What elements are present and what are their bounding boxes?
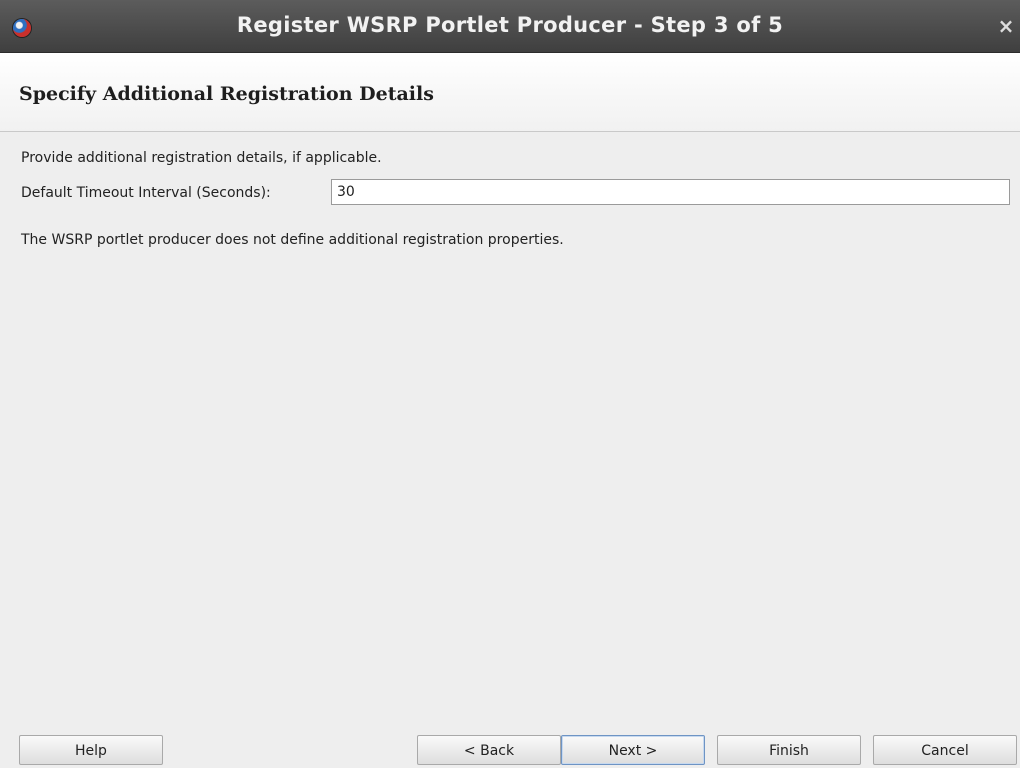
help-button[interactable]: Help [19,735,163,765]
window-title: Register WSRP Portlet Producer - Step 3 … [236,13,784,37]
wizard-window: Register WSRP Portlet Producer - Step 3 … [0,0,1020,768]
info-note: The WSRP portlet producer does not defin… [21,232,564,248]
back-button[interactable]: < Back [417,735,561,765]
next-button[interactable]: Next > [561,735,705,765]
cancel-button[interactable]: Cancel [873,735,1017,765]
wizard-header: Specify Additional Registration Details [0,53,1020,132]
app-icon [13,19,31,37]
wizard-content: Provide additional registration details,… [0,132,1020,704]
timeout-input[interactable] [331,179,1010,205]
title-bar[interactable]: Register WSRP Portlet Producer - Step 3 … [0,0,1020,53]
close-button[interactable]: × [992,11,1020,41]
finish-button[interactable]: Finish [717,735,861,765]
page-title: Specify Additional Registration Details [19,83,434,105]
intro-text: Provide additional registration details,… [21,150,382,166]
timeout-label: Default Timeout Interval (Seconds): [21,185,271,201]
